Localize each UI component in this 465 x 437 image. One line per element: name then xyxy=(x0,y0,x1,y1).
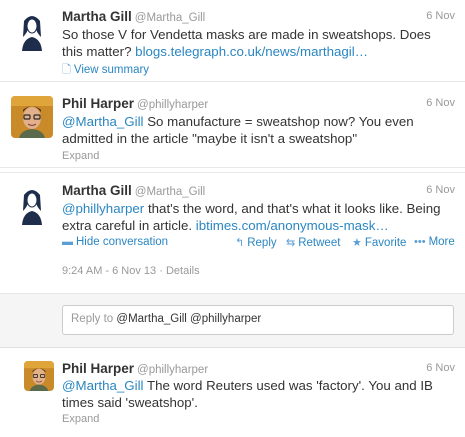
author-username[interactable]: @Martha_Gill xyxy=(135,12,205,24)
retweet-button[interactable]: ⇆ Retweet xyxy=(286,236,340,249)
author-name[interactable]: Phil Harper xyxy=(62,361,134,376)
tweet-focused[interactable]: Martha Gill @Martha_Gill 6 Nov @phillyhar… xyxy=(0,172,465,294)
hide-conversation-button[interactable]: ▬ Hide conversation xyxy=(62,236,168,248)
reply-button[interactable]: ↰ Reply xyxy=(235,236,277,249)
avatar[interactable] xyxy=(11,96,53,138)
author-username[interactable]: @Martha_Gill xyxy=(135,186,205,198)
author-name[interactable]: Martha Gill xyxy=(62,9,132,24)
tweet-time[interactable]: 6 Nov xyxy=(426,10,455,22)
tweet[interactable]: Martha Gill @Martha_Gill 6 Nov So those V… xyxy=(0,0,465,82)
tweet-timestamp[interactable]: 9:24 AM - 6 Nov 13 xyxy=(62,265,156,277)
more-dots-icon: ••• xyxy=(414,236,426,248)
author-username[interactable]: @phillyharper xyxy=(137,364,208,376)
tweet-text: So those V for Vendetta masks are made i… xyxy=(62,26,453,60)
view-summary-link[interactable]: 🗋 View summary xyxy=(62,61,149,80)
tweet-link[interactable]: blogs.telegraph.co.uk/news/marthagil… xyxy=(135,44,368,59)
reply-label: Reply xyxy=(247,237,277,249)
star-icon: ★ xyxy=(352,237,362,249)
document-icon: 🗋 xyxy=(62,64,71,76)
mention-link[interactable]: @phillyharper xyxy=(62,201,144,216)
favorite-button[interactable]: ★ Favorite xyxy=(352,236,406,249)
tweet-time[interactable]: 6 Nov xyxy=(426,184,455,196)
author-name[interactable]: Phil Harper xyxy=(62,96,134,111)
tweet-text: @Martha_Gill The word Reuters used was '… xyxy=(62,377,453,411)
details-link[interactable]: Details xyxy=(166,265,200,277)
mention-link[interactable]: @Martha_Gill xyxy=(62,114,143,129)
expand-link[interactable]: Expand xyxy=(62,150,99,162)
avatar[interactable] xyxy=(11,183,53,225)
tweet-text: @Martha_Gill So manufacture = sweatshop … xyxy=(62,113,453,147)
author-username[interactable]: @phillyharper xyxy=(137,99,208,111)
tweet-link[interactable]: ibtimes.com/anonymous-mask… xyxy=(196,218,389,233)
more-label: More xyxy=(428,236,455,248)
tweet-time[interactable]: 6 Nov xyxy=(426,97,455,109)
reply-area: Reply to @Martha_Gill @phillyharper xyxy=(0,294,465,348)
tweet-actions: ▬ Hide conversation ↰ Reply ⇆ Retweet ★ Favo… xyxy=(62,236,455,252)
author-name[interactable]: Martha Gill xyxy=(62,183,132,198)
conversation-icon: ▬ xyxy=(62,236,73,248)
reply-mentions: @Martha_Gill @phillyharper xyxy=(116,313,262,325)
reply-prefix: Reply to xyxy=(71,313,114,325)
expand-link[interactable]: Expand xyxy=(62,413,99,425)
favorite-label: Favorite xyxy=(364,237,407,249)
avatar[interactable] xyxy=(11,9,53,51)
retweet-icon: ⇆ xyxy=(286,237,296,249)
more-button[interactable]: ••• More xyxy=(414,236,455,248)
mention-link[interactable]: @Martha_Gill xyxy=(62,378,143,393)
view-summary-label: View summary xyxy=(73,64,150,76)
tweet-time[interactable]: 6 Nov xyxy=(426,362,455,374)
avatar[interactable] xyxy=(24,361,54,391)
tweet-text: @phillyharper that's the word, and that'… xyxy=(62,200,453,234)
hide-conversation-label: Hide conversation xyxy=(76,236,169,248)
tweet[interactable]: Phil Harper @phillyharper 6 Nov @Martha_G… xyxy=(0,82,465,168)
tweet[interactable]: Phil Harper @phillyharper 6 Nov @Martha_G… xyxy=(0,352,465,437)
retweet-label: Retweet xyxy=(298,237,341,249)
reply-icon: ↰ xyxy=(235,237,245,249)
reply-input[interactable]: Reply to @Martha_Gill @phillyharper xyxy=(62,305,454,335)
tweet-meta: 9:24 AM - 6 Nov 13 · Details xyxy=(62,265,200,277)
